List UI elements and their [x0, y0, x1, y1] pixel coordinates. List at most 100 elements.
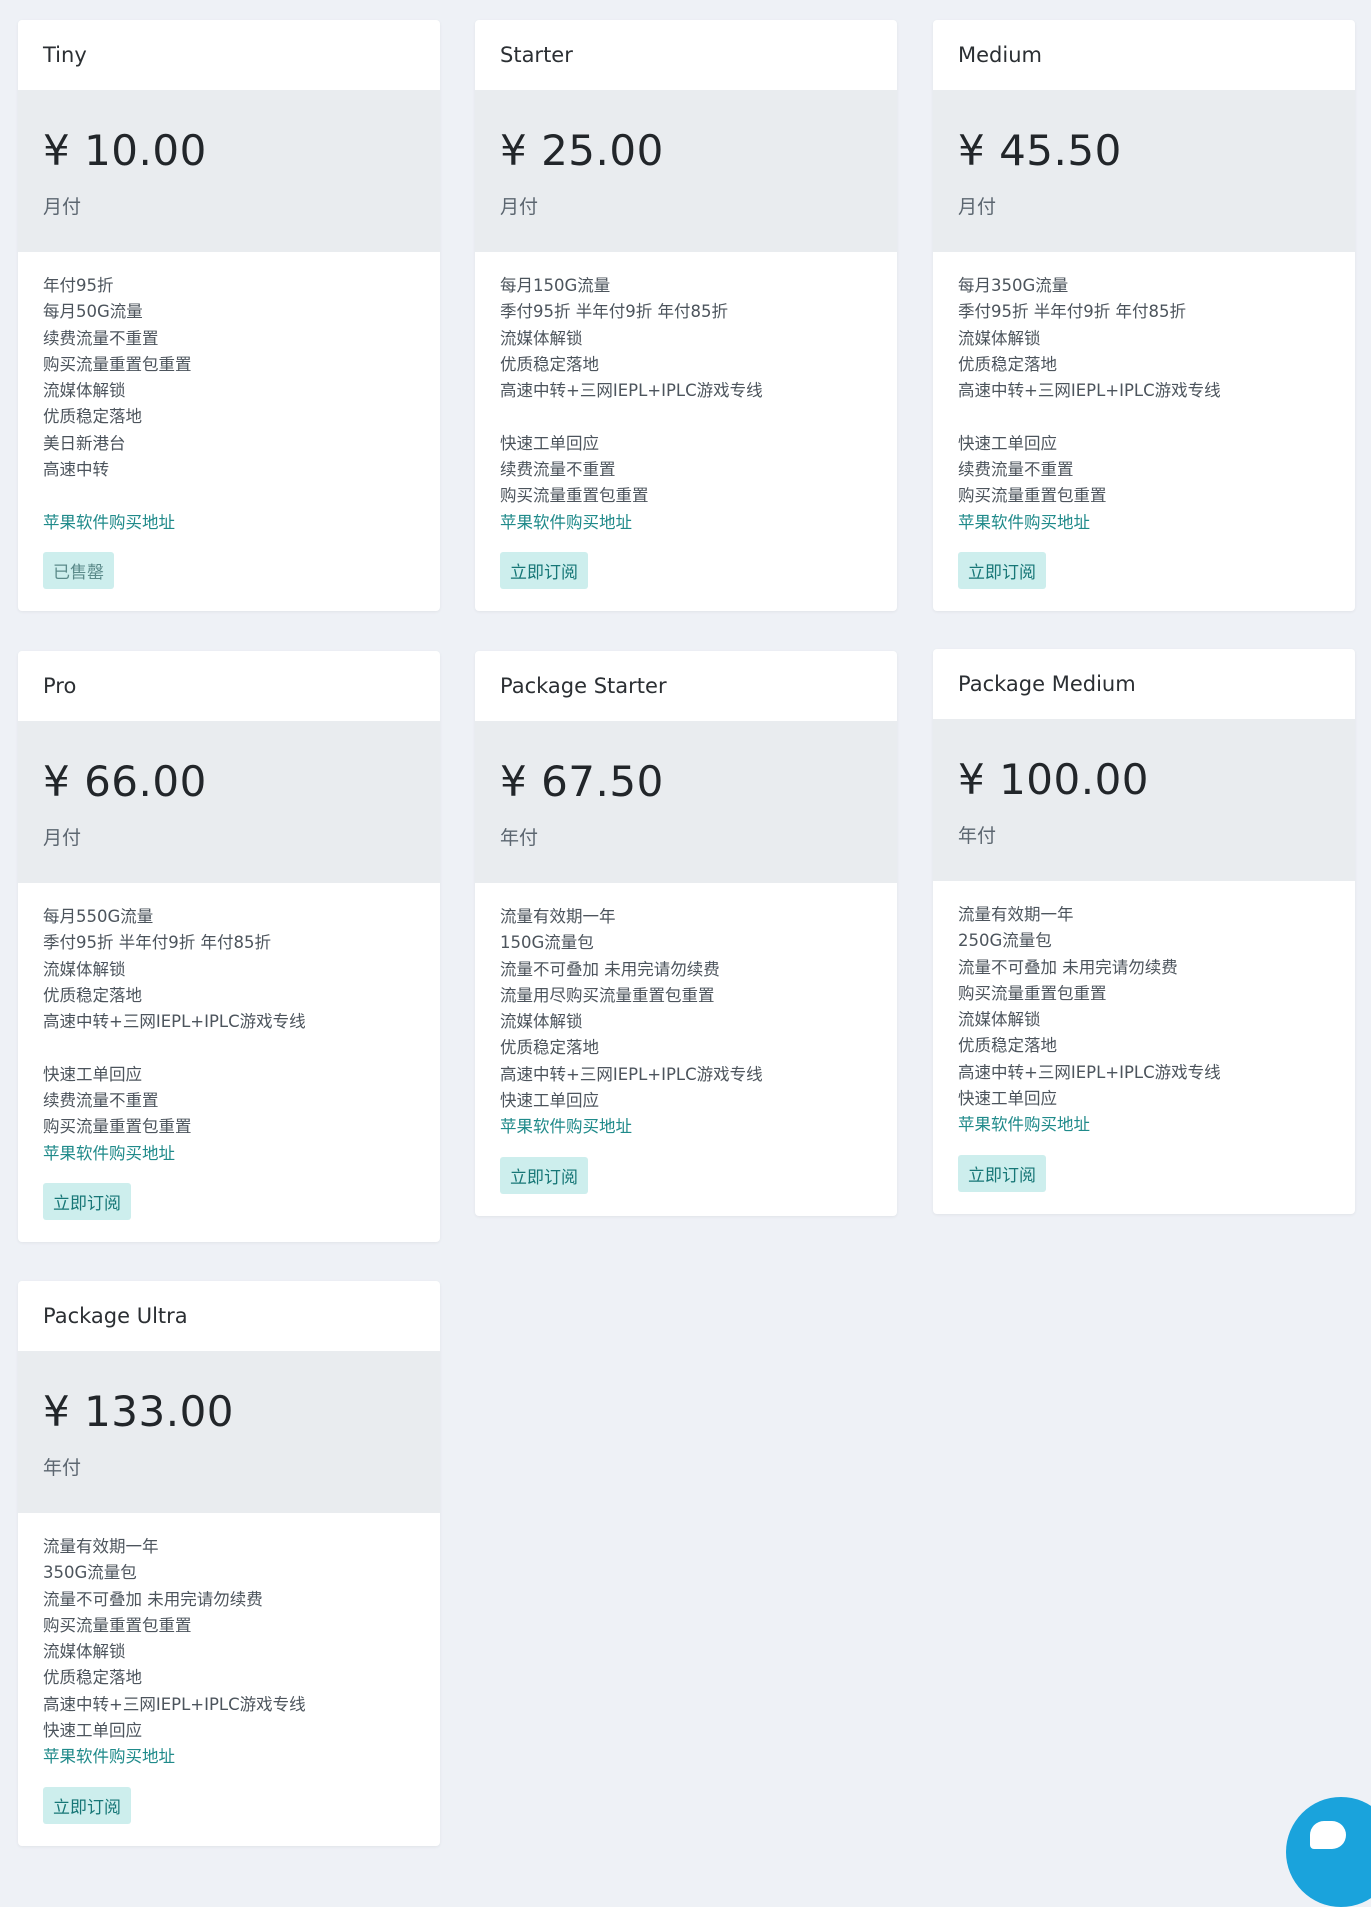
feature-list: 每月350G流量 季付95折 半年付9折 年付85折 流媒体解锁 优质稳定落地 …: [933, 252, 1355, 536]
subscribe-button[interactable]: 立即订阅: [43, 1182, 131, 1220]
feature-item: 优质稳定落地: [43, 407, 142, 427]
feature-item: 年付95折: [43, 276, 114, 295]
billing-period: 月付: [958, 196, 997, 218]
feature-item: 快速工单回应: [43, 1064, 142, 1084]
feature-item: 购买流量重置包重置: [43, 1117, 192, 1137]
feature-item: 季付95折 半年付9折 年付85折: [500, 302, 728, 322]
feature-item: 季付95折 半年付9折 年付85折: [43, 933, 271, 953]
price-block: ¥ 10.00 月付: [18, 90, 440, 252]
feature-item: 购买流量重置包重置: [958, 486, 1107, 506]
subscribe-button[interactable]: 立即订阅: [958, 551, 1046, 589]
feature-item: 续费流量不重置: [43, 328, 159, 348]
apple-software-purchase-link[interactable]: 苹果软件购买地址: [958, 510, 1330, 536]
feature-item: 流量用尽购买流量重置包重置: [500, 985, 715, 1005]
feature-item: 快速工单回应: [500, 433, 599, 453]
feature-item: 续费流量不重置: [43, 1091, 159, 1111]
billing-period: 月付: [500, 196, 539, 218]
apple-software-purchase-link[interactable]: 苹果软件购买地址: [500, 510, 872, 536]
feature-item: [43, 1035, 415, 1061]
feature-item: 150G流量包: [500, 933, 594, 953]
plan-price: ¥ 25.00: [500, 126, 664, 175]
feature-item: 快速工单回应: [43, 1721, 142, 1741]
feature-item: [500, 404, 872, 430]
price-block: ¥ 45.50 月付: [933, 90, 1355, 252]
billing-period: 年付: [43, 1457, 82, 1479]
feature-list: 每月150G流量 季付95折 半年付9折 年付85折 流媒体解锁 优质稳定落地 …: [475, 252, 897, 536]
feature-item: 优质稳定落地: [43, 985, 142, 1005]
feature-list: 流量有效期一年 150G流量包 流量不可叠加 未用完请勿续费 流量用尽购买流量重…: [475, 883, 897, 1141]
plan-title: Starter: [500, 43, 573, 67]
feature-item: 高速中转+三网IEPL+IPLC游戏专线: [43, 1012, 306, 1032]
apple-software-purchase-link[interactable]: 苹果软件购买地址: [500, 1114, 872, 1140]
billing-period: 年付: [500, 827, 539, 849]
subscribe-button[interactable]: 立即订阅: [43, 1786, 131, 1824]
feature-item: 快速工单回应: [958, 1089, 1057, 1109]
subscribe-button[interactable]: 立即订阅: [958, 1154, 1046, 1192]
feature-item: 流量有效期一年: [958, 905, 1074, 924]
feature-item: 每月350G流量: [958, 276, 1069, 295]
plan-card-tiny: Tiny ¥ 10.00 月付 年付95折 每月50G流量 续费流量不重置 购买…: [18, 20, 440, 611]
feature-item: 250G流量包: [958, 931, 1052, 951]
feature-item: 每月150G流量: [500, 276, 611, 295]
feature-item: 流量不可叠加 未用完请勿续费: [500, 959, 720, 979]
feature-item: 高速中转+三网IEPL+IPLC游戏专线: [958, 1062, 1221, 1082]
price-block: ¥ 25.00 月付: [475, 90, 897, 252]
feature-item: 流媒体解锁: [958, 1010, 1041, 1030]
feature-item: 快速工单回应: [500, 1091, 599, 1111]
plan-card-package-ultra: Package Ultra ¥ 133.00 年付 流量有效期一年 350G流量…: [18, 1281, 440, 1846]
feature-item: [43, 483, 415, 509]
feature-item: 高速中转+三网IEPL+IPLC游戏专线: [43, 1694, 306, 1714]
feature-item: 高速中转+三网IEPL+IPLC游戏专线: [500, 1064, 763, 1084]
feature-item: 流量有效期一年: [500, 907, 616, 926]
feature-item: 续费流量不重置: [958, 460, 1074, 480]
plan-title: Package Medium: [958, 672, 1136, 696]
plan-title: Medium: [958, 43, 1042, 67]
price-block: ¥ 67.50 年付: [475, 721, 897, 883]
feature-item: 流媒体解锁: [43, 959, 126, 979]
feature-list: 每月550G流量 季付95折 半年付9折 年付85折 流媒体解锁 优质稳定落地 …: [18, 883, 440, 1167]
feature-item: 流媒体解锁: [43, 1642, 126, 1662]
plan-card-package-medium: Package Medium ¥ 100.00 年付 流量有效期一年 250G流…: [933, 649, 1355, 1214]
plan-card-pro: Pro ¥ 66.00 月付 每月550G流量 季付95折 半年付9折 年付85…: [18, 651, 440, 1242]
feature-item: 流量不可叠加 未用完请勿续费: [958, 957, 1178, 977]
apple-software-purchase-link[interactable]: 苹果软件购买地址: [958, 1112, 1330, 1138]
feature-list: 年付95折 每月50G流量 续费流量不重置 购买流量重置包重置 流媒体解锁 优质…: [18, 252, 440, 536]
billing-period: 年付: [958, 825, 997, 847]
feature-list: 流量有效期一年 250G流量包 流量不可叠加 未用完请勿续费 购买流量重置包重置…: [933, 881, 1355, 1139]
feature-item: 350G流量包: [43, 1563, 137, 1583]
plan-card-package-starter: Package Starter ¥ 67.50 年付 流量有效期一年 150G流…: [475, 651, 897, 1216]
plan-title: Tiny: [43, 43, 87, 67]
plan-price: ¥ 133.00: [43, 1387, 235, 1436]
sold-out-button[interactable]: 已售罄: [43, 551, 114, 589]
feature-item: 续费流量不重置: [500, 460, 616, 480]
price-block: ¥ 100.00 年付: [933, 719, 1355, 881]
feature-item: 高速中转+三网IEPL+IPLC游戏专线: [500, 381, 763, 401]
apple-software-purchase-link[interactable]: 苹果软件购买地址: [43, 510, 415, 536]
subscribe-button[interactable]: 立即订阅: [500, 1156, 588, 1194]
plan-title: Package Ultra: [43, 1304, 188, 1328]
plan-title: Package Starter: [500, 674, 667, 698]
feature-item: 流量不可叠加 未用完请勿续费: [43, 1589, 263, 1609]
feature-item: 流媒体解锁: [958, 328, 1041, 348]
feature-item: 快速工单回应: [958, 433, 1057, 453]
chat-launcher-button[interactable]: [1286, 1797, 1371, 1907]
feature-item: 流媒体解锁: [500, 328, 583, 348]
apple-software-purchase-link[interactable]: 苹果软件购买地址: [43, 1744, 415, 1770]
plan-price: ¥ 66.00: [43, 757, 207, 806]
feature-item: 流量有效期一年: [43, 1537, 159, 1556]
plan-price: ¥ 45.50: [958, 126, 1122, 175]
feature-item: 美日新港台: [43, 433, 126, 453]
feature-item: [958, 404, 1330, 430]
subscribe-button[interactable]: 立即订阅: [500, 551, 588, 589]
feature-item: 购买流量重置包重置: [958, 983, 1107, 1003]
feature-item: 优质稳定落地: [43, 1668, 142, 1688]
price-block: ¥ 133.00 年付: [18, 1351, 440, 1513]
apple-software-purchase-link[interactable]: 苹果软件购买地址: [43, 1141, 415, 1167]
feature-item: 高速中转+三网IEPL+IPLC游戏专线: [958, 381, 1221, 401]
chat-bubble-icon: [1310, 1821, 1346, 1849]
feature-item: 每月50G流量: [43, 302, 143, 322]
feature-item: 季付95折 半年付9折 年付85折: [958, 302, 1186, 322]
plan-price: ¥ 10.00: [43, 126, 207, 175]
feature-item: 购买流量重置包重置: [500, 486, 649, 506]
plan-card-starter: Starter ¥ 25.00 月付 每月150G流量 季付95折 半年付9折 …: [475, 20, 897, 611]
